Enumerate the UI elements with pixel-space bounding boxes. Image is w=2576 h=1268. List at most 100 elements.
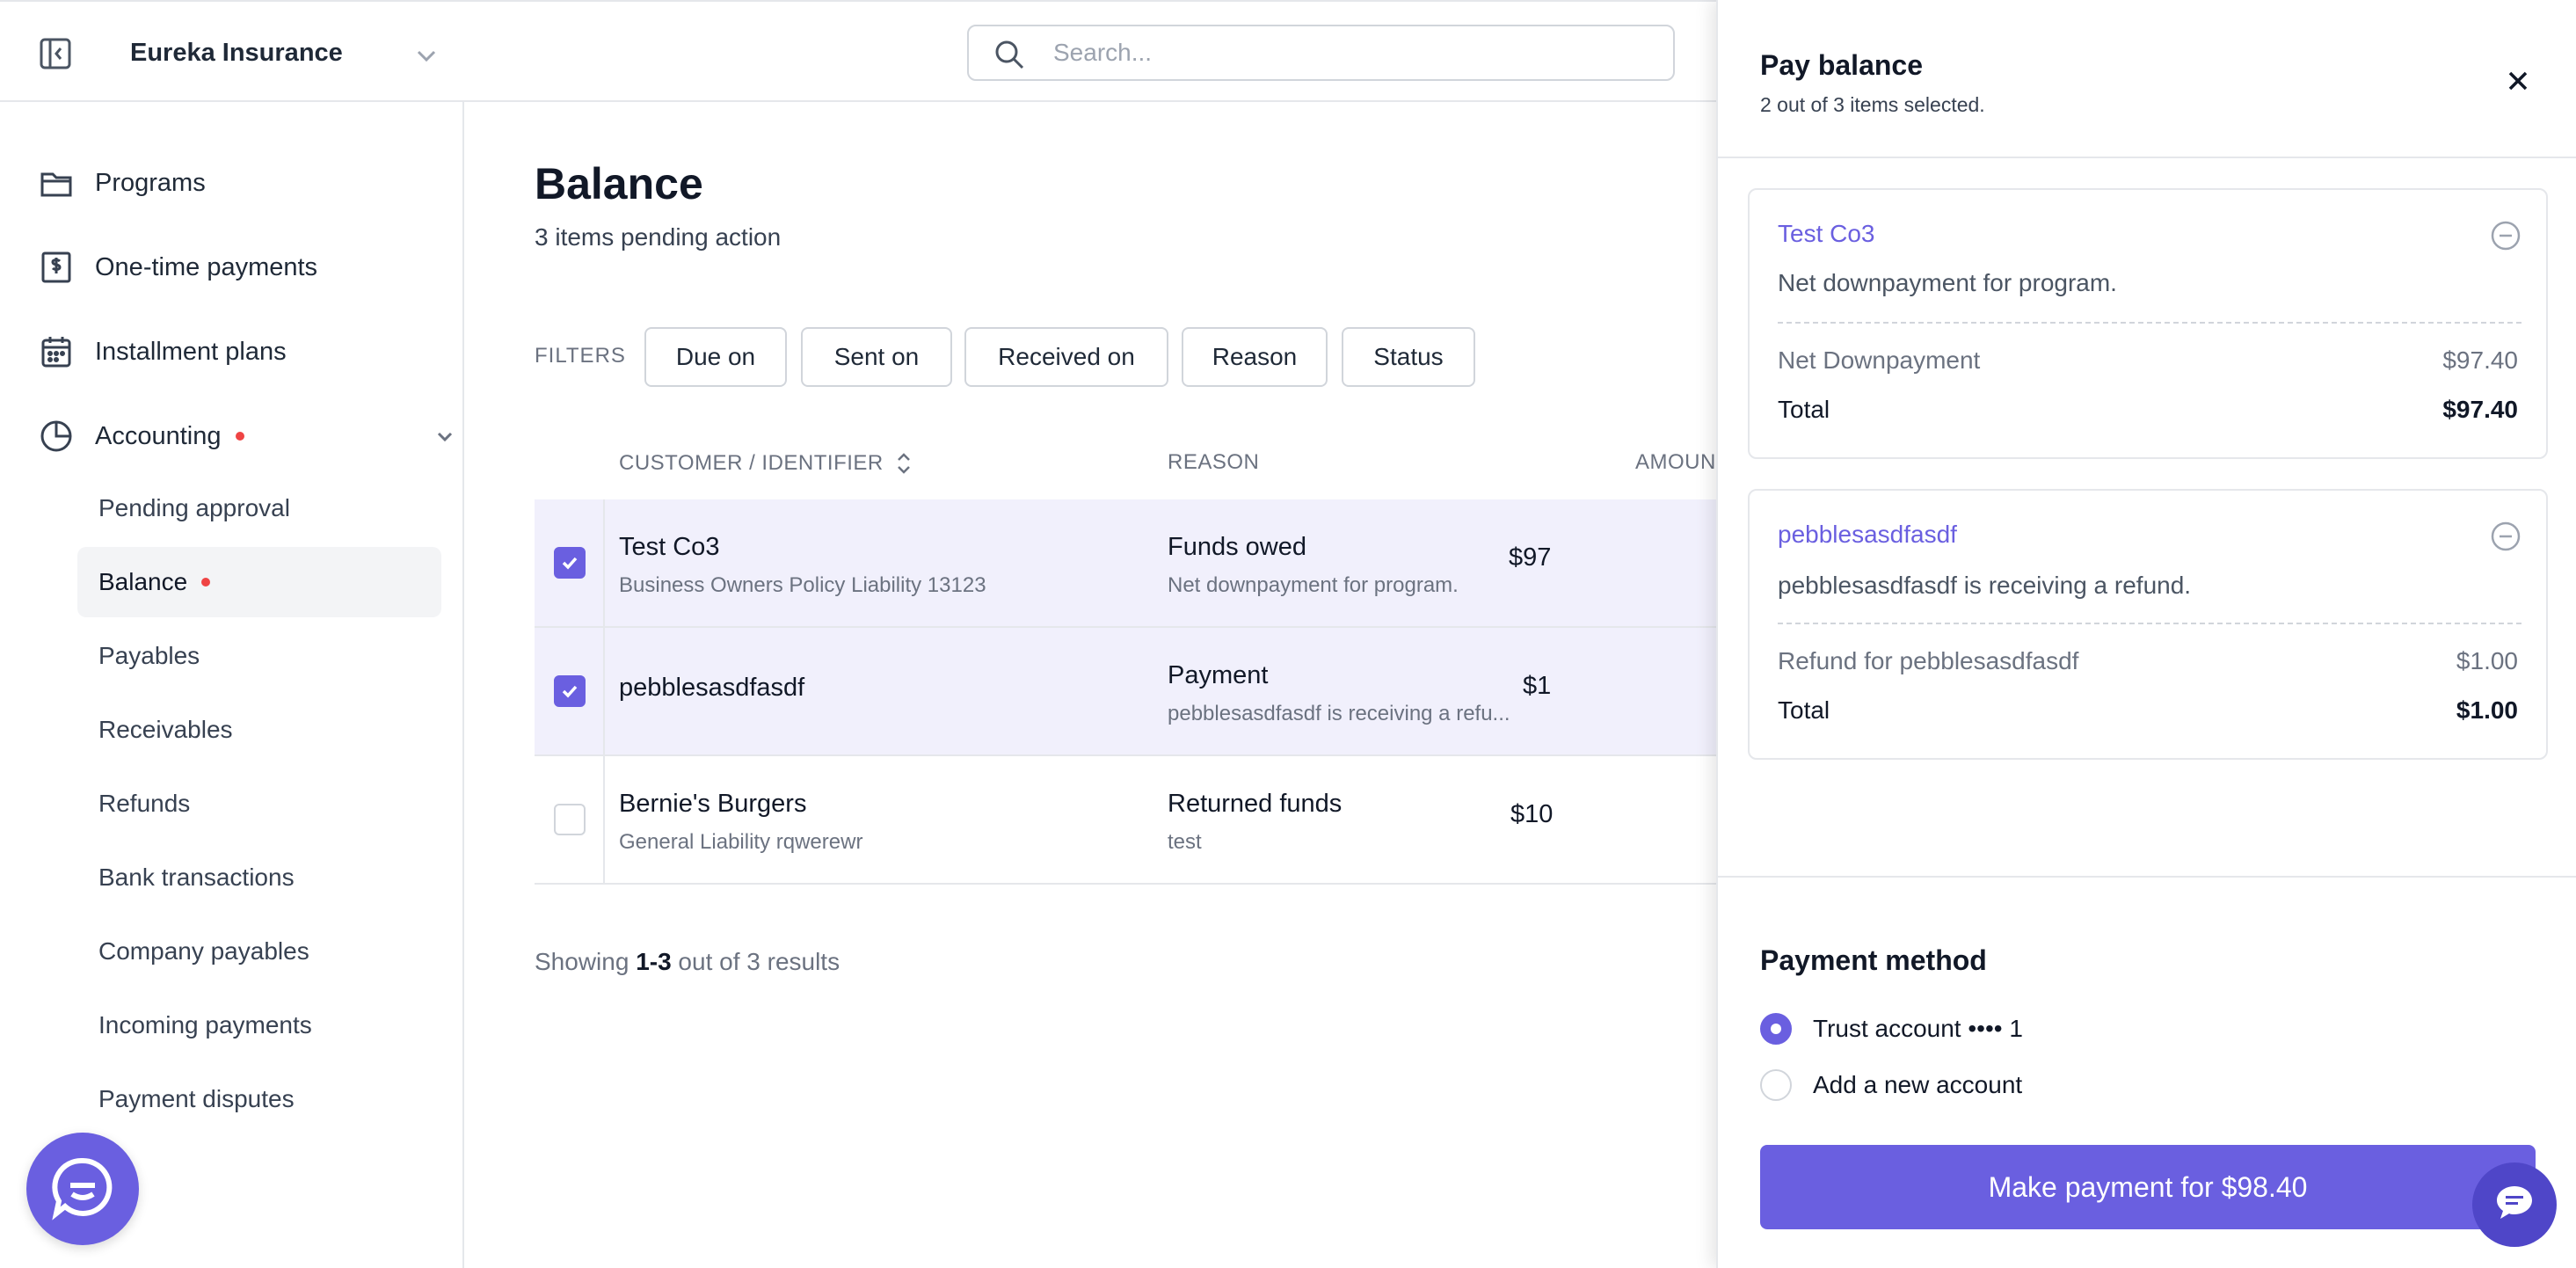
- search-box[interactable]: [967, 25, 1675, 81]
- remove-item-icon[interactable]: [2490, 521, 2521, 552]
- filter-status[interactable]: Status: [1342, 327, 1475, 387]
- customer-identifier: General Liability rqwerewr: [619, 830, 863, 854]
- filter-reason[interactable]: Reason: [1182, 327, 1328, 387]
- customer-identifier: Business Owners Policy Liability 13123: [619, 573, 986, 597]
- sidebar-item-installment-plans[interactable]: Installment plans: [39, 327, 287, 376]
- filters-label: FILTERS: [535, 344, 626, 368]
- sidebar-subitem-balance[interactable]: Balance: [77, 547, 441, 617]
- folder-icon: [39, 165, 74, 200]
- sidebar-collapse-icon[interactable]: [39, 37, 72, 70]
- sidebar-item-label: One-time payments: [95, 252, 318, 281]
- chevron-down-icon[interactable]: [434, 412, 461, 461]
- page-title: Balance: [535, 159, 703, 208]
- payment-option-label: Add a new account: [1813, 1071, 2023, 1098]
- table-row[interactable]: Test Co3 Business Owners Policy Liabilit…: [535, 499, 1716, 628]
- payment-method-title: Payment method: [1760, 944, 1987, 976]
- receipt-dollar-icon: [39, 250, 74, 285]
- table-row[interactable]: Bernie's Burgers General Liability rqwer…: [535, 756, 1716, 885]
- line-item-value: $97.40: [2442, 346, 2518, 374]
- selected-item-card: pebblesasdfasdf pebblesasdfasdf is recei…: [1748, 489, 2548, 760]
- reason-title: Payment: [1168, 661, 1269, 689]
- radio-button[interactable]: [1760, 1069, 1792, 1101]
- close-icon[interactable]: [2500, 63, 2536, 98]
- amount: $1: [1523, 672, 1552, 700]
- remove-item-icon[interactable]: [2490, 220, 2521, 251]
- column-header-amount: AMOUN: [1635, 450, 1716, 474]
- organization-name[interactable]: Eureka Insurance: [130, 39, 343, 68]
- customer-name[interactable]: Bernie's Burgers: [619, 790, 806, 819]
- chat-icon: [49, 1154, 116, 1225]
- divider: [1718, 157, 2576, 158]
- pie-chart-icon: [39, 419, 74, 454]
- sidebar-item-label: Accounting: [95, 421, 222, 450]
- radio-button[interactable]: [1760, 1013, 1792, 1045]
- chevron-down-icon[interactable]: [413, 42, 440, 69]
- help-chat-button[interactable]: [2472, 1162, 2557, 1247]
- sidebar-subitem-bank-transactions[interactable]: Bank transactions: [77, 842, 441, 913]
- dashed-divider: [1778, 322, 2521, 324]
- chat-bubble-icon: [2492, 1181, 2536, 1229]
- sidebar-subitem-payables[interactable]: Payables: [77, 621, 441, 691]
- payment-option-label: Trust account •••• 1: [1813, 1015, 2023, 1042]
- checkbox-cell: [535, 628, 605, 754]
- reason-detail: pebblesasdfasdf is receiving a refu...: [1168, 702, 1510, 725]
- sidebar-item-label: Installment plans: [95, 337, 287, 366]
- table-row[interactable]: pebblesasdfasdf Payment pebblesasdfasdf …: [535, 628, 1716, 756]
- item-customer-link[interactable]: pebblesasdfasdf: [1778, 521, 1957, 549]
- filter-sent-on[interactable]: Sent on: [801, 327, 952, 387]
- sidebar-subitem-label: Payment disputes: [98, 1085, 295, 1112]
- sidebar-subitem-incoming-payments[interactable]: Incoming payments: [77, 990, 441, 1060]
- total-value: $1.00: [2456, 696, 2518, 724]
- dashed-divider: [1778, 623, 2521, 624]
- sidebar-item-programs[interactable]: Programs: [39, 158, 206, 208]
- sidebar-subitem-label: Receivables: [98, 716, 233, 743]
- sidebar-subitem-label: Company payables: [98, 937, 309, 965]
- total-value: $97.40: [2442, 396, 2518, 423]
- alert-dot: [235, 432, 244, 441]
- item-customer-link[interactable]: Test Co3: [1778, 220, 1875, 248]
- sidebar-item-label: Programs: [95, 168, 206, 197]
- filter-received-on[interactable]: Received on: [964, 327, 1168, 387]
- sidebar-subitem-label: Bank transactions: [98, 864, 295, 891]
- line-item-label: Net Downpayment: [1778, 346, 1981, 374]
- divider: [1718, 876, 2576, 878]
- sidebar-subitem-label: Balance: [98, 568, 188, 595]
- drawer-title: Pay balance: [1760, 49, 1923, 81]
- reason-detail: Net downpayment for program.: [1168, 573, 1459, 597]
- filter-due-on[interactable]: Due on: [644, 327, 787, 387]
- row-checkbox[interactable]: [554, 547, 586, 579]
- results-range: 1-3: [636, 948, 672, 975]
- column-header-customer[interactable]: CUSTOMER / IDENTIFIER: [619, 450, 913, 477]
- page-subtitle: 3 items pending action: [535, 223, 782, 251]
- sort-icon[interactable]: [894, 450, 913, 477]
- sidebar-item-accounting[interactable]: Accounting: [39, 412, 453, 461]
- sidebar-subitem-payment-disputes[interactable]: Payment disputes: [77, 1064, 441, 1134]
- search-icon: [993, 39, 1025, 70]
- sidebar-subitem-receivables[interactable]: Receivables: [77, 695, 441, 765]
- sidebar: Programs One-time payments Installment p…: [0, 102, 464, 1268]
- sidebar-subitem-company-payables[interactable]: Company payables: [77, 916, 441, 987]
- customer-name[interactable]: pebblesasdfasdf: [619, 674, 804, 703]
- make-payment-button[interactable]: Make payment for $98.40: [1760, 1145, 2536, 1229]
- main-content: Balance 3 items pending action FILTERS D…: [466, 102, 1716, 1268]
- row-checkbox[interactable]: [554, 675, 586, 707]
- customer-name[interactable]: Test Co3: [619, 533, 719, 562]
- sidebar-subitem-refunds[interactable]: Refunds: [77, 769, 441, 839]
- reason-detail: test: [1168, 830, 1202, 854]
- sidebar-item-one-time-payments[interactable]: One-time payments: [39, 243, 317, 292]
- results-prefix: Showing: [535, 948, 637, 975]
- column-header-label: CUSTOMER / IDENTIFIER: [619, 451, 884, 475]
- sidebar-subitem-label: Pending approval: [98, 494, 290, 521]
- support-chat-button[interactable]: [26, 1133, 139, 1245]
- alert-dot: [201, 578, 211, 587]
- drawer-subtitle: 2 out of 3 items selected.: [1760, 93, 1985, 116]
- item-description: Net downpayment for program.: [1778, 269, 2117, 296]
- payment-option-trust-account[interactable]: Trust account •••• 1: [1760, 1009, 2023, 1048]
- sidebar-subitem-pending-approval[interactable]: Pending approval: [77, 473, 441, 543]
- line-item-label: Refund for pebblesasdfasdf: [1778, 647, 2079, 674]
- total-label: Total: [1778, 696, 1830, 724]
- reason-title: Funds owed: [1168, 533, 1306, 561]
- payment-option-add-account[interactable]: Add a new account: [1760, 1066, 2022, 1104]
- row-checkbox[interactable]: [554, 804, 586, 835]
- search-input[interactable]: [1053, 33, 1651, 72]
